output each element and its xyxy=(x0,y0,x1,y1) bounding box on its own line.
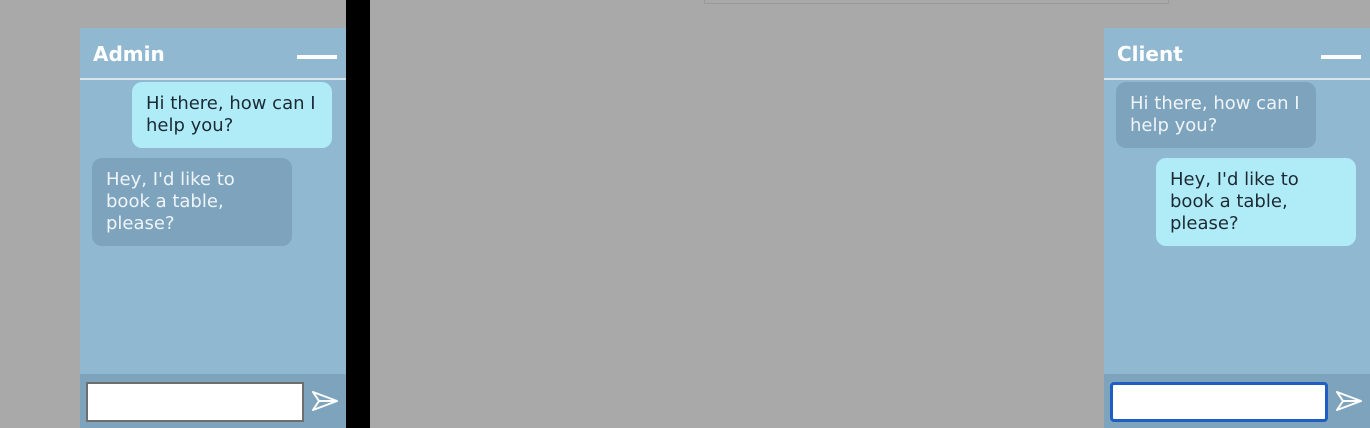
composer xyxy=(80,374,346,428)
chat-header: Client xyxy=(1104,28,1370,80)
send-icon xyxy=(312,391,338,411)
message-input[interactable] xyxy=(86,382,304,422)
send-button[interactable] xyxy=(310,386,340,416)
minimize-button[interactable] xyxy=(294,48,340,64)
send-icon xyxy=(1336,391,1362,411)
message-list: Hi there, how can I help you? Hey, I'd l… xyxy=(1104,80,1370,374)
send-button[interactable] xyxy=(1334,386,1364,416)
chat-header: Admin xyxy=(80,28,346,80)
message-bubble-incoming: Hey, I'd like to book a table, please? xyxy=(92,158,292,246)
top-frame-edge xyxy=(704,0,1169,4)
message-input[interactable] xyxy=(1110,382,1328,422)
minimize-icon xyxy=(1321,55,1361,59)
page-background: Admin Hi there, how can I help you? Hey,… xyxy=(0,0,1370,428)
admin-chat-window: Admin Hi there, how can I help you? Hey,… xyxy=(80,28,346,428)
minimize-icon xyxy=(297,55,337,59)
chat-title: Admin xyxy=(93,42,165,66)
client-chat-window: Client Hi there, how can I help you? Hey… xyxy=(1104,28,1370,428)
minimize-button[interactable] xyxy=(1318,48,1364,64)
composer xyxy=(1104,374,1370,428)
message-list: Hi there, how can I help you? Hey, I'd l… xyxy=(80,80,346,374)
message-bubble-incoming: Hi there, how can I help you? xyxy=(1116,82,1316,148)
split-divider xyxy=(346,0,370,428)
chat-title: Client xyxy=(1117,42,1183,66)
message-bubble-outgoing: Hi there, how can I help you? xyxy=(132,82,332,148)
message-bubble-outgoing: Hey, I'd like to book a table, please? xyxy=(1156,158,1356,246)
